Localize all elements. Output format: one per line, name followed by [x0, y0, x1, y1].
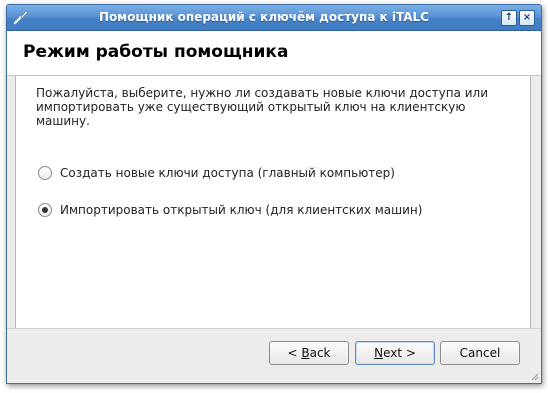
- app-icon: [13, 10, 28, 25]
- next-button-rest: ext >: [383, 346, 416, 360]
- window-title: Помощник операций с ключём доступа к iTA…: [99, 10, 429, 24]
- back-button-accel: B: [301, 346, 310, 360]
- page-title: Режим работы помощника: [23, 42, 289, 62]
- radio-button-import-key[interactable]: [38, 203, 52, 217]
- next-button-accel: N: [374, 346, 384, 360]
- wizard-content: Пожалуйста, выберите, нужно ли создавать…: [15, 76, 531, 329]
- keep-above-button[interactable]: ↑: [501, 10, 517, 26]
- page-description: Пожалуйста, выберите, нужно ли создавать…: [36, 86, 488, 128]
- close-icon: ×: [522, 12, 532, 23]
- option-import-key-label: Импортировать открытый ключ (для клиентс…: [60, 203, 423, 217]
- option-import-key[interactable]: Импортировать открытый ключ (для клиентс…: [38, 203, 422, 217]
- wizard-window: Помощник операций с ключём доступа к iTA…: [6, 4, 542, 384]
- cancel-button[interactable]: Cancel: [440, 341, 520, 365]
- title-bar[interactable]: Помощник операций с ключём доступа к iTA…: [7, 5, 541, 31]
- option-create-keys[interactable]: Создать новые ключи доступа (главный ком…: [38, 166, 395, 180]
- wizard-header: Режим работы помощника: [7, 31, 541, 76]
- next-button[interactable]: Next >: [355, 341, 435, 365]
- resize-grip-icon[interactable]: [529, 371, 539, 381]
- footer-divider: [7, 328, 541, 329]
- arrow-up-icon: ↑: [504, 12, 514, 23]
- back-button-rest: ack: [309, 346, 331, 360]
- radio-button-create-keys[interactable]: [38, 166, 52, 180]
- option-create-keys-label: Создать новые ключи доступа (главный ком…: [60, 166, 395, 180]
- back-button[interactable]: < Back: [269, 341, 349, 365]
- back-button-prefix: <: [287, 346, 302, 360]
- close-button[interactable]: ×: [519, 10, 535, 26]
